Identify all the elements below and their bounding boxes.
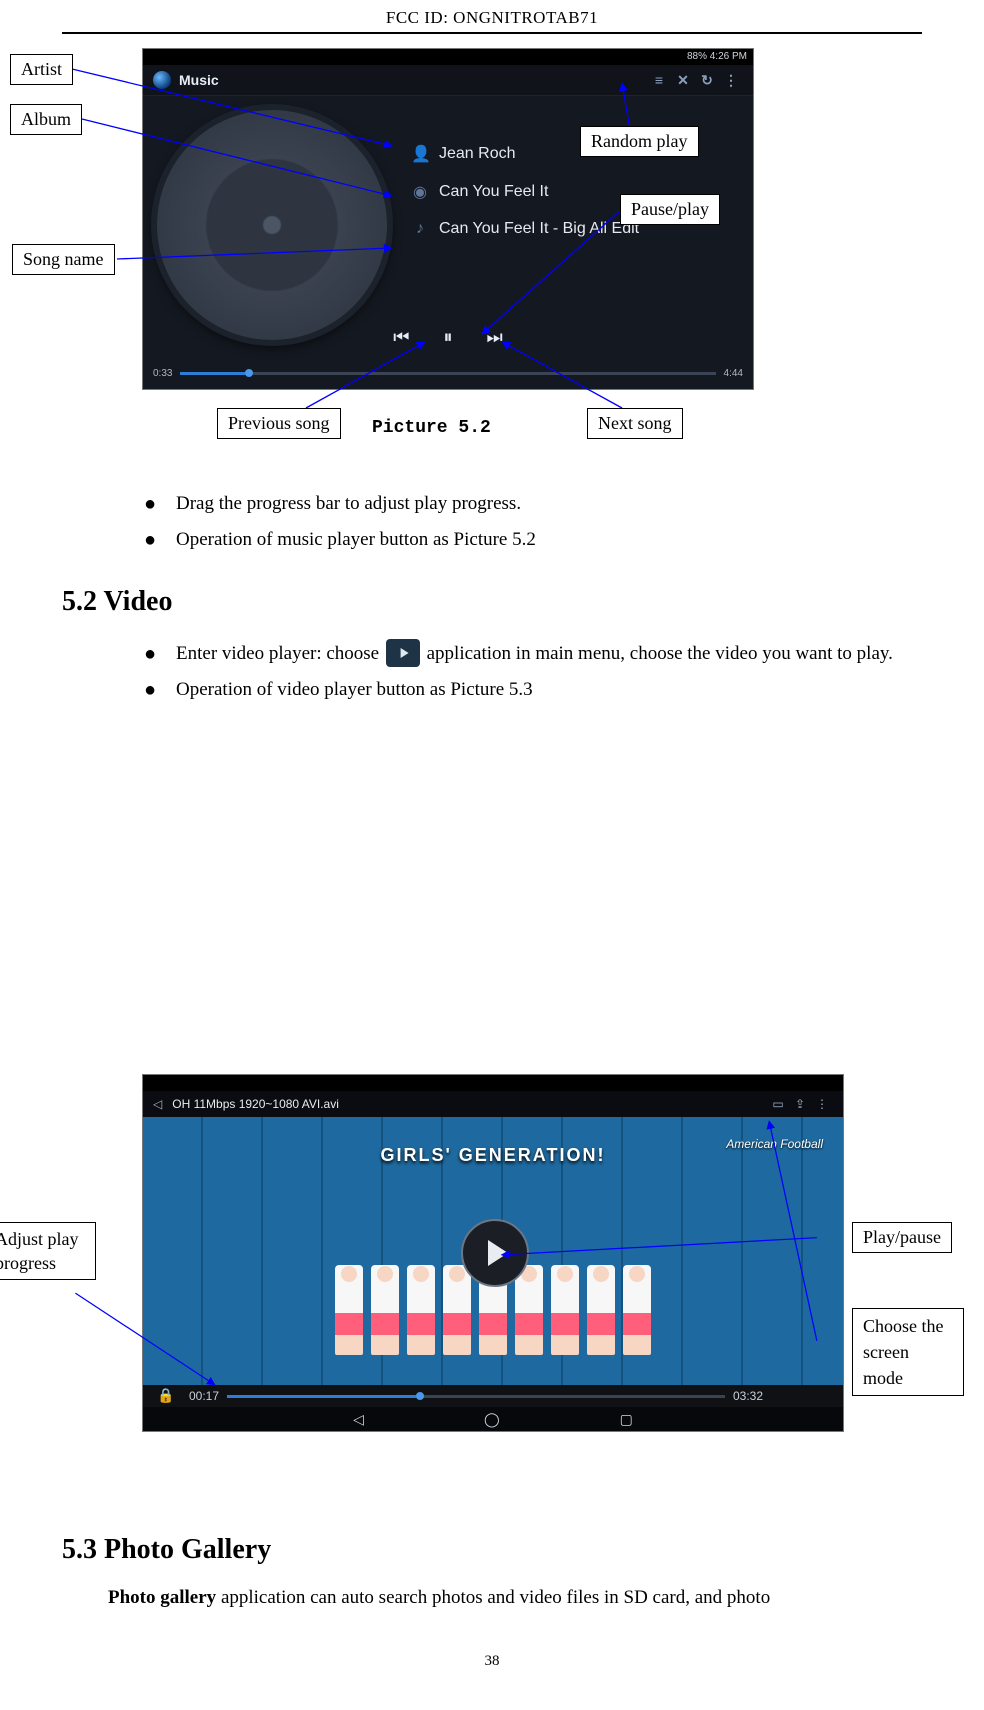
prev-button[interactable]: ⏮ [393,327,409,348]
status-bar: 88% 4:26 PM [143,49,753,65]
page-header: FCC ID: ONGNITROTAB71 [62,0,922,34]
time-total: 03:32 [733,1389,763,1403]
video-title-bar: ◁ OH 11Mbps 1920~1080 AVI.avi ▭ ⇪ ⋮ [143,1091,843,1117]
gallery-paragraph: Photo gallery application can auto searc… [62,1582,922,1614]
bullet-dot: ● [144,486,176,522]
nav-recent-icon[interactable]: ▢ [620,1407,633,1431]
label-next: Next song [587,408,683,439]
overflow-icon[interactable]: ⋮ [719,72,743,89]
song-text: Can You Feel It - Big Ali Edit [439,220,639,238]
music-figure: 88% 4:26 PM Music ≡ ✕ ↻ ⋮ 👤 Jean Roch [62,48,922,468]
time-current: 00:17 [189,1389,219,1403]
video-banner-text: GIRLS' GENERATION! [283,1145,703,1166]
overflow-icon[interactable]: ⋮ [811,1097,833,1111]
back-icon[interactable]: ◁ [153,1097,162,1111]
video-filename: OH 11Mbps 1920~1080 AVI.avi [172,1097,339,1111]
label-song: Song name [12,244,115,275]
pause-button[interactable]: ⏸ [444,327,453,348]
bullet-dot: ● [144,636,176,672]
music-app-icon [153,71,171,89]
shuffle-icon[interactable]: ✕ [671,72,695,89]
music-app-bar: Music ≡ ✕ ↻ ⋮ [143,65,753,96]
video-corner-text: American Football [726,1137,823,1151]
album-text: Can You Feel It [439,183,548,201]
label-screen-mode: Choose the screen mode [852,1308,964,1396]
bullet-text: Enter video player: choose application i… [176,636,922,672]
android-nav-bar: ◁ ◯ ▢ [143,1407,843,1431]
play-pause-button[interactable] [461,1219,529,1287]
section-heading-gallery: 5.3 Photo Gallery [62,1534,922,1566]
label-random: Random play [580,126,699,157]
music-progress[interactable]: 0:33 4:44 [153,368,743,379]
label-album: Album [10,104,82,135]
video-figure: ◁ OH 11Mbps 1920~1080 AVI.avi ▭ ⇪ ⋮ GIRL… [62,1074,922,1474]
nav-home-icon[interactable]: ◯ [484,1407,500,1431]
bullet-dot: ● [144,522,176,558]
section-heading-video: 5.2 Video [62,586,922,618]
album-art [157,110,387,340]
music-app-title: Music [179,72,219,88]
music-bullets: ● Drag the progress bar to adjust play p… [144,486,922,558]
disc-icon: ◉ [411,182,429,202]
label-play-pause: Play/pause [852,1222,952,1253]
bullet-text: Operation of video player button as Pict… [176,672,922,708]
bullet-text: Drag the progress bar to adjust play pro… [176,486,922,522]
label-adjust-progress: Adjust play progress [0,1222,96,1280]
aspect-icon[interactable]: ▭ [767,1097,789,1111]
video-app-icon [386,639,420,667]
artist-text: Jean Roch [439,145,516,163]
time-current: 0:33 [153,368,172,379]
repeat-icon[interactable]: ↻ [695,72,719,89]
page-number: 38 [62,1633,922,1670]
list-icon[interactable]: ≡ [647,72,671,88]
caption-5-2: Picture 5.2 [372,418,491,438]
time-total: 4:44 [724,368,743,379]
status-bar [143,1075,843,1091]
video-frame: GIRLS' GENERATION! American Football [143,1117,843,1385]
label-artist: Artist [10,54,73,85]
video-progress[interactable]: 00:17 03:32 [189,1389,763,1403]
bullet-text: Operation of music player button as Pict… [176,522,922,558]
nav-back-icon[interactable]: ◁ [353,1407,364,1431]
video-bullets: ● Enter video player: choose application… [144,636,922,708]
lock-icon[interactable]: 🔒 [157,1387,174,1404]
bullet-dot: ● [144,672,176,708]
person-icon: 👤 [411,144,429,164]
note-icon: ♪ [411,220,429,238]
share-icon[interactable]: ⇪ [789,1097,811,1111]
label-pause: Pause/play [620,194,720,225]
next-button[interactable]: ⏭ [487,327,503,348]
label-prev: Previous song [217,408,341,439]
video-player-screenshot: ◁ OH 11Mbps 1920~1080 AVI.avi ▭ ⇪ ⋮ GIRL… [142,1074,844,1432]
